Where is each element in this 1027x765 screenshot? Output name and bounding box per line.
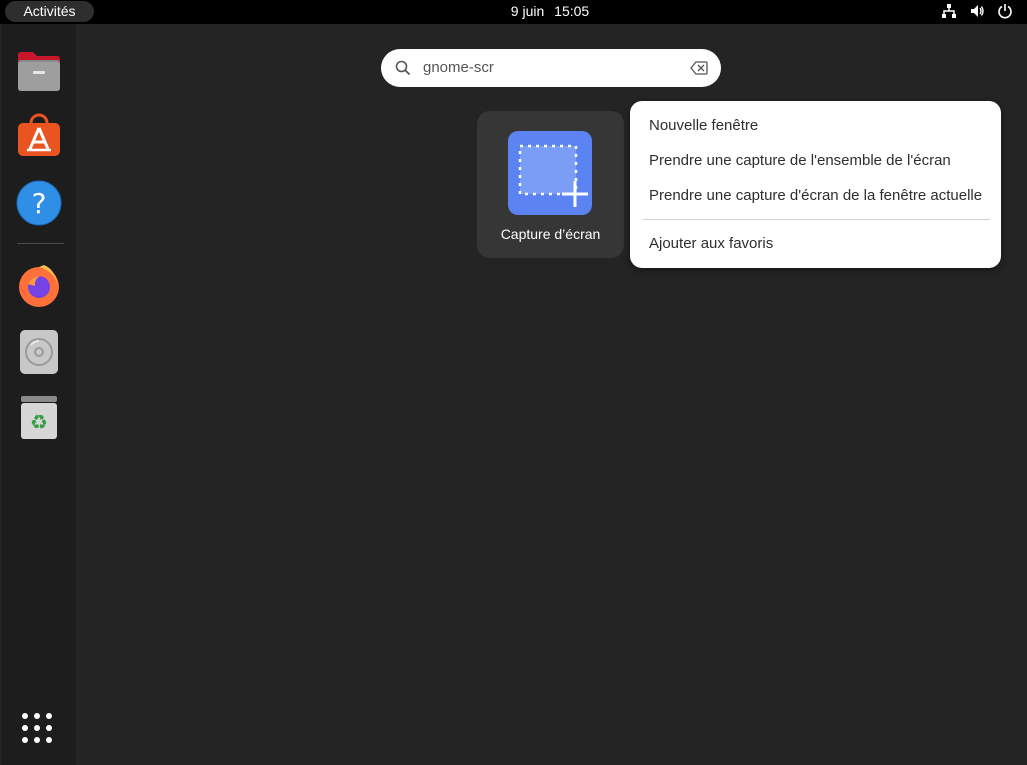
screenshot-app-icon [508,131,592,215]
context-menu: Nouvelle fenêtre Prendre une capture de … [630,101,1001,268]
files-icon[interactable] [16,49,62,95]
clock-date: 9 juin [510,3,545,19]
dock-separator [17,243,64,244]
network-icon[interactable] [941,3,957,19]
menu-item-new-window[interactable]: Nouvelle fenêtre [649,117,758,134]
search-input[interactable]: gnome-scr [423,49,494,87]
top-bar: Activités 9 juin 15:05 [0,0,1027,24]
show-apps-grid-icon[interactable] [20,711,66,757]
app-result-screenshot[interactable]: Capture d’écran [477,111,624,258]
disc-icon[interactable] [16,329,62,375]
volume-icon[interactable] [969,3,985,19]
menu-item-add-favorite[interactable]: Ajouter aux favoris [649,235,773,252]
system-tray[interactable] [941,3,1013,19]
menu-item-capture-window[interactable]: Prendre une capture d'écran de la fenêtr… [649,187,982,204]
app-center-icon[interactable] [16,113,62,159]
dock: ? ♻ [2,24,76,765]
search-bar[interactable]: gnome-scr [381,49,721,87]
clear-search-icon[interactable] [690,61,708,80]
app-label: Capture d’écran [500,226,601,242]
clock-time: 15:05 [554,3,590,19]
power-icon[interactable] [997,3,1013,19]
trash-icon[interactable]: ♻ [16,394,62,440]
search-icon [395,60,411,81]
menu-separator [643,219,990,220]
clock[interactable]: 9 juin 15:05 [0,0,1027,24]
menu-item-capture-screen[interactable]: Prendre une capture de l'ensemble de l'é… [649,152,951,169]
firefox-icon[interactable] [16,262,62,308]
help-icon[interactable]: ? [16,180,62,226]
svg-text:♻: ♻ [30,410,48,434]
svg-text:?: ? [32,187,47,220]
